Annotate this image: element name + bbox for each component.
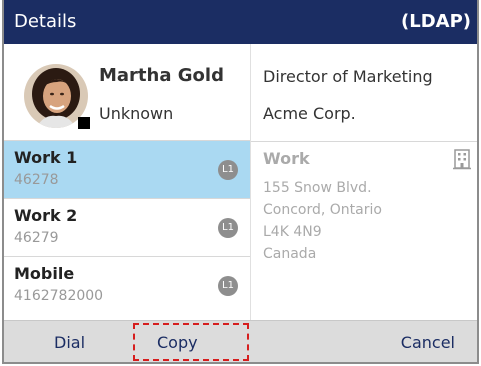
number-label: Mobile xyxy=(14,264,75,283)
number-value: 46279 xyxy=(14,230,59,246)
cancel-button[interactable]: Cancel xyxy=(401,333,455,352)
contact-header: Martha Gold Unknown xyxy=(4,44,250,140)
address-line: L4K 4N9 xyxy=(263,224,322,240)
line-badge-icon: L1 xyxy=(218,218,238,238)
details-screen: Details (LDAP) Martha Gold Unknown Work … xyxy=(2,0,479,364)
title-bar: Details (LDAP) xyxy=(4,0,477,44)
directory-source: (LDAP) xyxy=(401,11,471,32)
address-line: Concord, Ontario xyxy=(263,202,382,218)
number-row-work-2[interactable]: Work 2 46279 L1 xyxy=(4,198,250,256)
number-row-work-1[interactable]: Work 1 46278 L1 xyxy=(4,140,250,198)
line-badge-icon: L1 xyxy=(218,160,238,180)
address-line: 155 Snow Blvd. xyxy=(263,180,372,196)
copy-button[interactable]: Copy xyxy=(157,333,198,352)
divider xyxy=(251,141,477,142)
building-icon xyxy=(452,148,472,170)
number-label: Work 1 xyxy=(14,148,78,167)
number-label: Work 2 xyxy=(14,206,78,225)
number-value: 4162782000 xyxy=(14,288,104,304)
address-type: Work xyxy=(263,149,310,168)
job-title: Director of Marketing xyxy=(263,67,433,86)
number-row-mobile[interactable]: Mobile 4162782000 L1 xyxy=(4,256,250,314)
company-name: Acme Corp. xyxy=(263,104,356,123)
contact-status: Unknown xyxy=(99,104,174,123)
contact-name: Martha Gold xyxy=(99,65,224,86)
number-value: 46278 xyxy=(14,172,59,188)
contact-panel: Martha Gold Unknown Work 1 46278 L1 Work… xyxy=(4,44,250,320)
line-badge-icon: L1 xyxy=(218,276,238,296)
contact-details-panel: Director of Marketing Acme Corp. Work 15… xyxy=(250,44,477,320)
softkey-bar: Dial Copy Cancel xyxy=(4,320,477,362)
address-line: Canada xyxy=(263,246,317,262)
presence-indicator xyxy=(78,117,90,129)
screen-title: Details xyxy=(14,11,77,32)
dial-button[interactable]: Dial xyxy=(54,333,85,352)
